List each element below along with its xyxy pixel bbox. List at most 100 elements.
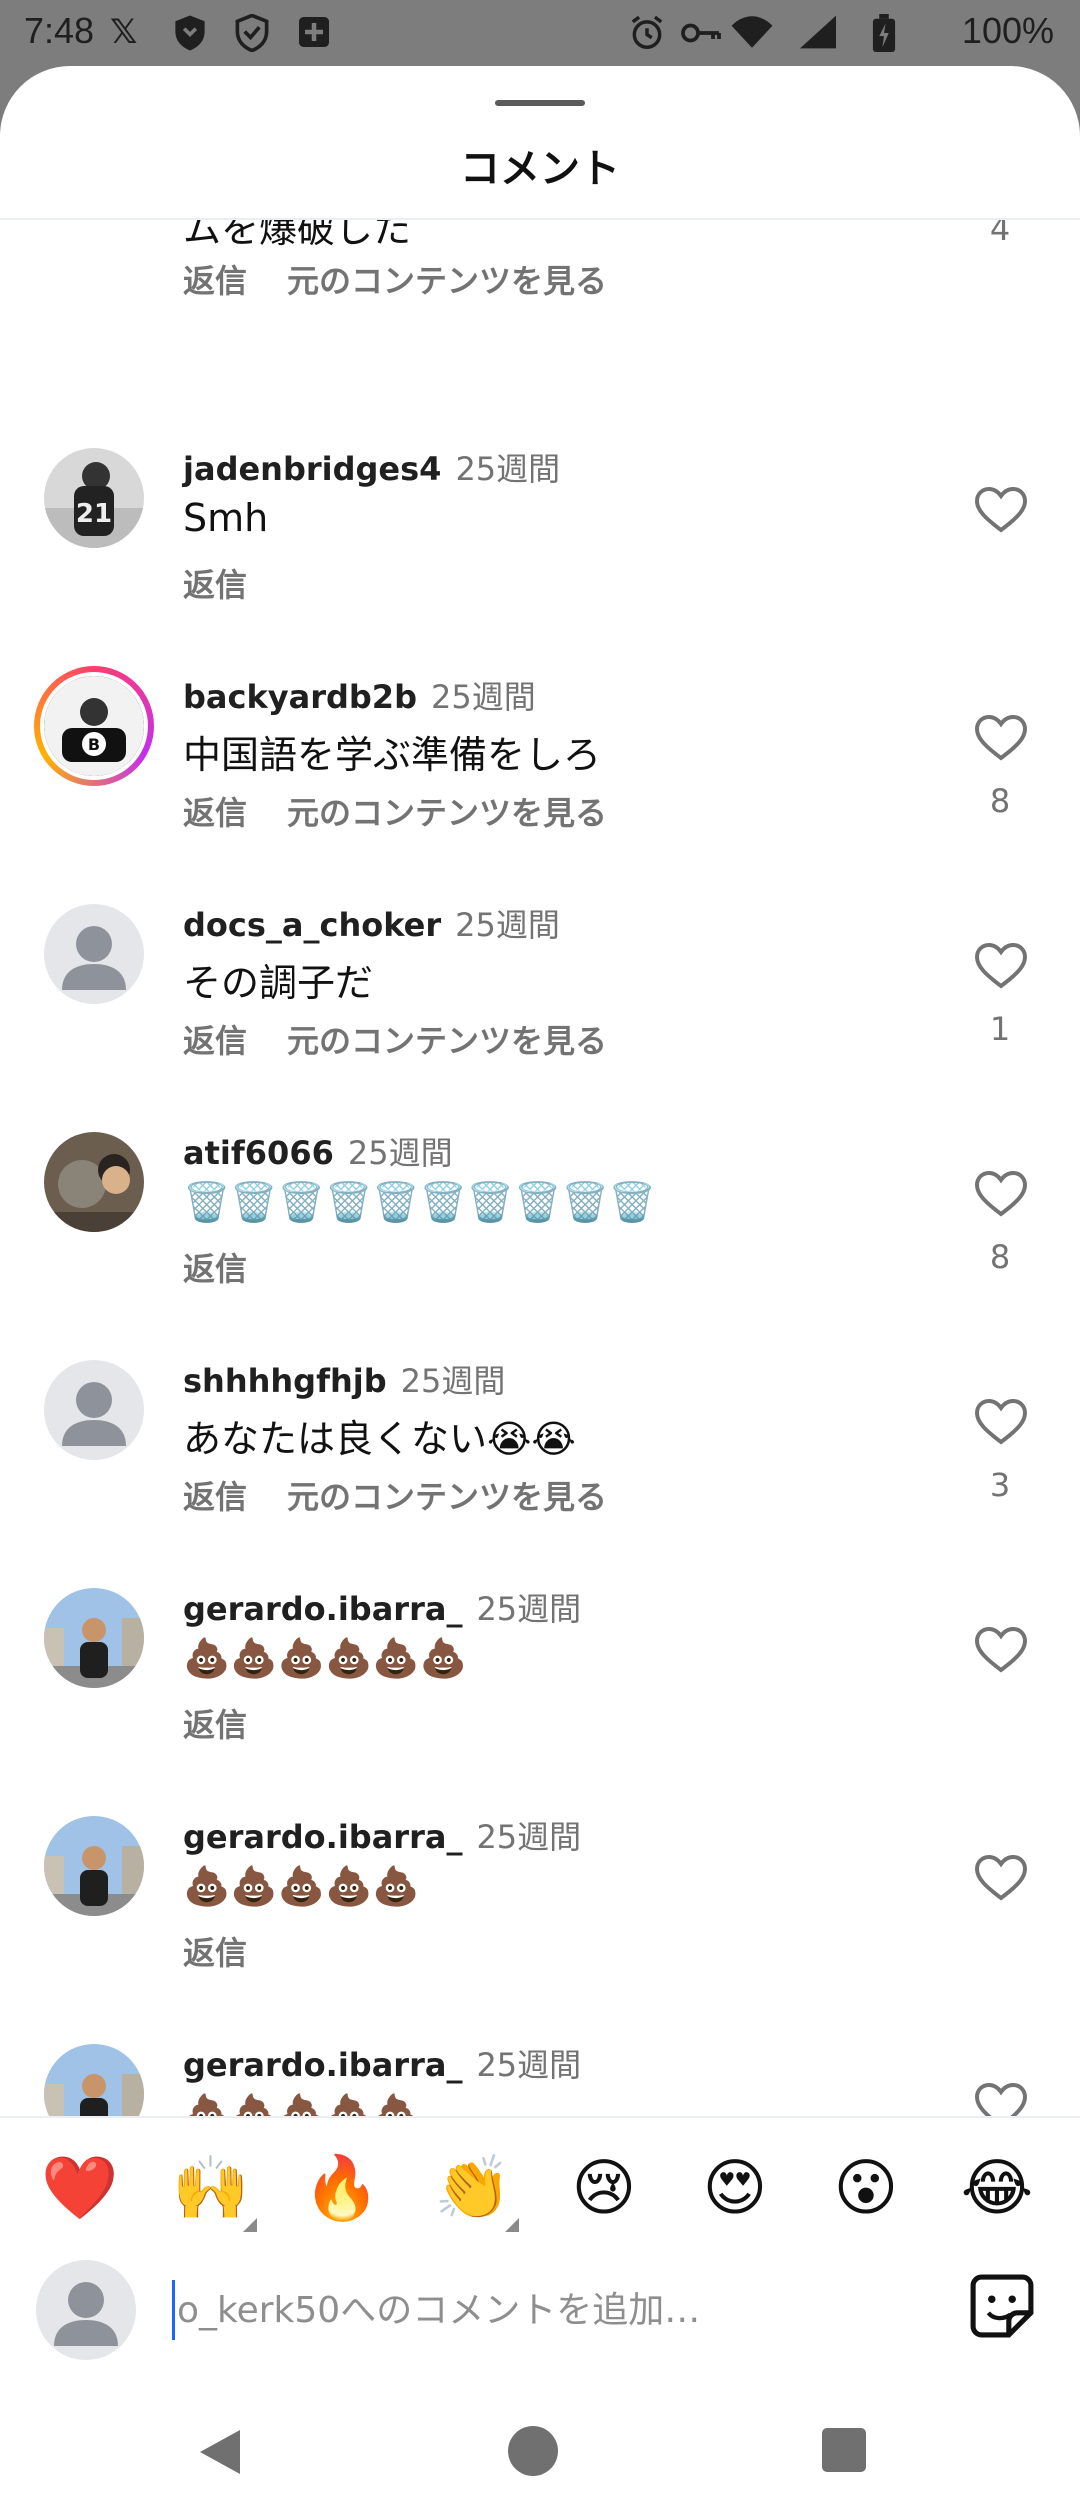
heart-icon[interactable] [975,1398,1027,1446]
username[interactable]: jadenbridges4 [183,450,441,488]
username[interactable]: backyardb2b [183,678,417,716]
comment-item: gerardo.ibarra_ 25週間 💩💩💩💩💩💩 返信 [0,1588,1080,1816]
view-original-button[interactable]: 元のコンテンツを見る [287,1022,607,1060]
comment-item: gerardo.ibarra_25週間 💩💩💩💩💩 返信 [0,2044,1080,2116]
heart-icon[interactable] [975,1170,1027,1218]
reply-button[interactable]: 返信 [183,262,247,300]
view-original-button[interactable]: 元のコンテンツを見る [287,1478,607,1516]
key-icon [680,14,722,59]
username[interactable]: atif6066 [183,1134,334,1172]
emoji-raising-hands[interactable]: 🙌 [171,2148,257,2232]
comment-item: gerardo.ibarra_25週間 💩💩💩💩💩 返信 [0,1816,1080,2044]
like-count: 8 [989,782,1011,820]
avatar[interactable] [44,1588,144,1688]
comment-time: 25週間 [347,1134,453,1172]
comment-actions: 返信 [183,1928,247,1974]
avatar[interactable]: B [34,666,154,786]
comment-actions: 返信 元のコンテンツを見る [183,256,607,302]
comment-actions: 返信 [183,1700,247,1746]
home-icon[interactable] [508,2426,558,2476]
comment-meta: gerardo.ibarra_ 25週間 [183,1812,581,1858]
svg-text:B: B [88,735,100,754]
emoji-tears-of-joy[interactable]: 😂 [957,2148,1037,2228]
comment-actions: 返信 [183,1244,247,1290]
avatar[interactable] [44,1816,144,1916]
comment-item: B backyardb2b 25週間 中国語を学ぶ準備をしろ 返信 元のコンテンツを… [0,666,1080,904]
emoji-heart-eyes[interactable]: 😍 [695,2148,775,2228]
emoji-heart[interactable]: ❤️ [40,2148,120,2228]
comment-input[interactable] [172,2280,962,2340]
username[interactable]: gerardo.ibarra_ [183,2046,462,2084]
heart-icon[interactable] [975,486,1027,534]
heart-icon[interactable] [975,1854,1027,1902]
comment-item: 21 jadenbridges4 25週間 Smh 返信 [0,448,1080,676]
reply-button[interactable]: 返信 [183,1022,247,1060]
comment-actions: 返信 [183,560,247,606]
view-original-button[interactable]: 元のコンテンツを見る [287,794,607,832]
comment-actions: 返信 元のコンテンツを見る [183,788,607,834]
heart-icon[interactable] [975,714,1027,762]
comment-text: 💩💩💩💩💩 [183,1864,420,1908]
emoji-reaction-bar: ❤️ 🙌 🔥 👏 😢 😍 😮 😂 [0,2116,1080,2252]
comment-time: 25週間 [430,678,536,716]
comment-time: 25週間 [455,906,560,944]
comment-partial: ムを爆破した 返信 元のコンテンツを見る 4 [0,220,1080,360]
comment-text: 🗑️🗑️🗑️🗑️🗑️🗑️🗑️🗑️🗑️🗑️ [183,1180,657,1224]
comment-text: その調子だ [183,961,374,1005]
heart-icon[interactable] [975,942,1027,990]
reply-button[interactable]: 返信 [183,566,247,604]
reply-button[interactable]: 返信 [183,1706,247,1744]
emoji-surprised-face[interactable]: 😮 [826,2148,906,2228]
comment-item: docs_a_choker 25週間 その調子だ 返信 元のコンテンツを見る 1 [0,904,1080,1132]
comment-item: shhhhgfhjb 25週間 あなたは良くない😭😭 返信 元のコンテンツを見る 3 [0,1360,1080,1588]
shield-icon [172,14,208,59]
username[interactable]: gerardo.ibarra_ [183,1590,462,1628]
comments-sheet: コメント ムを爆破した 返信 元のコンテンツを見る 4 21 jadenbridg… [0,66,1080,2520]
svg-text:21: 21 [76,499,112,529]
avatar[interactable] [44,2044,144,2116]
username[interactable]: gerardo.ibarra_ [183,1818,462,1856]
variants-indicator [243,2218,257,2232]
plus-box-icon [296,14,332,57]
comment-list[interactable]: ムを爆破した 返信 元のコンテンツを見る 4 21 jadenbridges4 25… [0,220,1080,2116]
system-navigation-bar [0,2386,1080,2520]
comment-text: 💩💩💩💩💩💩 [183,1636,467,1680]
emoji-clapping-hands[interactable]: 👏 [433,2148,519,2232]
emoji-crying-face[interactable]: 😢 [564,2148,644,2228]
avatar[interactable]: 21 [44,448,144,548]
heart-icon[interactable] [975,2082,1027,2116]
reply-button[interactable]: 返信 [183,794,247,832]
status-time: 7:48 [24,10,95,51]
like-count: 1 [989,1010,1011,1048]
comment-meta: gerardo.ibarra_ 25週間 [183,1584,581,1630]
comment-composer [0,2252,1080,2372]
drag-handle[interactable] [495,100,585,106]
reply-button[interactable]: 返信 [183,1934,247,1972]
user-avatar [36,2260,136,2360]
variants-indicator [505,2218,519,2232]
username[interactable]: shhhhgfhjb [183,1362,387,1400]
wifi-icon [730,14,774,57]
comment-time: 25週間 [476,1590,582,1628]
sticker-icon[interactable] [968,2272,1036,2340]
comment-actions: 返信 元のコンテンツを見る [183,1472,607,1518]
avatar[interactable] [44,1360,144,1460]
view-original-button[interactable]: 元のコンテンツを見る [287,262,607,300]
sheet-title: コメント [460,146,620,192]
like-count: 4 [989,220,1011,248]
back-icon[interactable] [196,2426,244,2478]
comment-meta: backyardb2b 25週間 [183,672,536,718]
avatar[interactable] [44,1132,144,1232]
avatar[interactable] [44,904,144,1004]
heart-icon[interactable] [975,1626,1027,1674]
like-count: 3 [989,1466,1011,1504]
reply-button[interactable]: 返信 [183,1250,247,1288]
comment-text: あなたは良くない😭😭 [183,1417,576,1461]
reply-button[interactable]: 返信 [183,1478,247,1516]
comment-meta: docs_a_choker 25週間 [183,900,560,946]
emoji-fire[interactable]: 🔥 [302,2148,382,2228]
recents-icon[interactable] [822,2428,866,2472]
battery-icon [872,14,896,59]
username[interactable]: docs_a_choker [183,906,441,944]
comment-text: Smh [183,496,269,540]
